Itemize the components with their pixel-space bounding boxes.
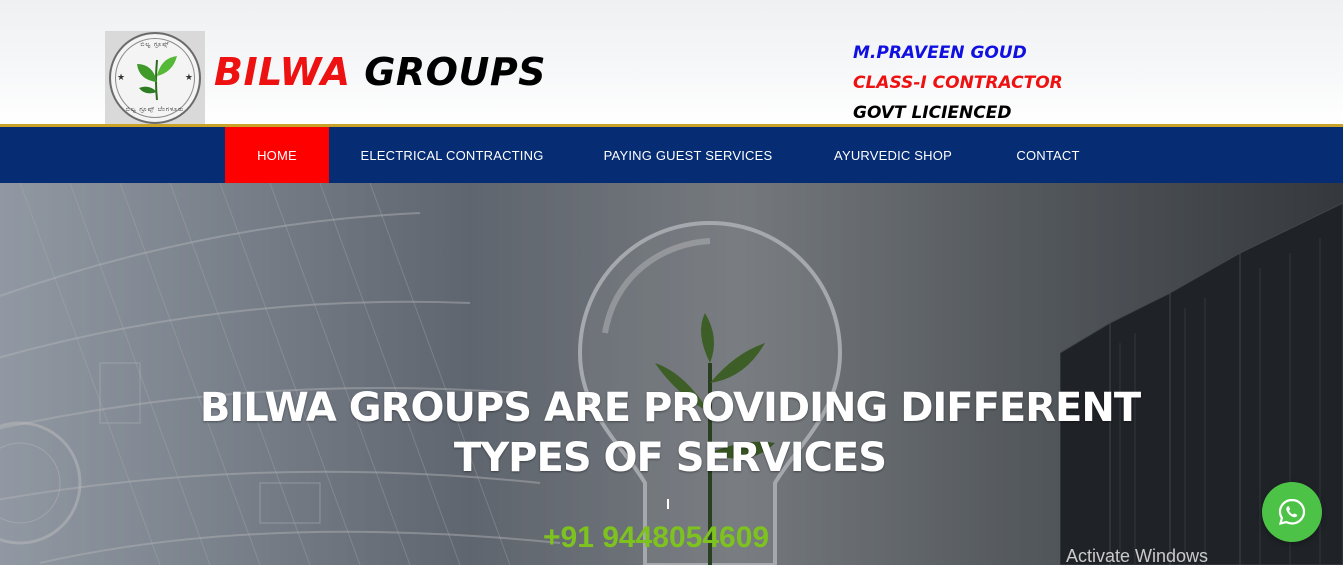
logo-arc-top: ಬಿಲ್ವ ಗ್ರೂಪ್ಸ್	[140, 41, 170, 48]
contractor-class: CLASS-I CONTRACTOR	[853, 73, 1063, 93]
logo-arc-bottom: ಬಿಲ್ವ ಗ್ರೂಪ್ಸ್ ಬೆಂಗಳೂರು	[125, 106, 185, 113]
contractor-name: M.PRAVEEN GOUD	[853, 43, 1027, 63]
nav-ayurvedic-shop[interactable]: AYURVEDIC SHOP	[820, 127, 966, 183]
contractor-info: M.PRAVEEN GOUD CLASS-I CONTRACTOR GOVT L…	[853, 38, 1063, 128]
hero-banner: BILWA GROUPS ARE PROVIDING DIFFERENT TYP…	[0, 183, 1343, 565]
nav-home[interactable]: HOME	[225, 127, 329, 183]
site-logo[interactable]: ಬಿಲ್ವ ಗ್ರೂಪ್ಸ್ ★ ★ ಬಿಲ್ವ ಗ್ರೂಪ್ಸ್ ಬೆಂಗಳೂ…	[105, 31, 205, 124]
site-header: ಬಿಲ್ವ ಗ್ರೂಪ್ಸ್ ★ ★ ಬಿಲ್ವ ಗ್ರೂಪ್ಸ್ ಬೆಂಗಳೂ…	[0, 0, 1343, 124]
whatsapp-icon	[1278, 498, 1306, 526]
leaf-icon	[137, 55, 177, 100]
brand-title[interactable]: BILWA GROUPS	[214, 50, 546, 94]
text-cursor	[667, 499, 669, 509]
hero-overlay	[0, 183, 1343, 565]
phone-link[interactable]: +91 9448054609	[543, 521, 769, 555]
hero-title: BILWA GROUPS ARE PROVIDING DIFFERENT TYP…	[199, 385, 1141, 481]
nav-contact[interactable]: CONTACT	[1003, 127, 1093, 183]
nav-paying-guest-services[interactable]: PAYING GUEST SERVICES	[592, 127, 784, 183]
whatsapp-button[interactable]	[1262, 482, 1322, 542]
star-icon: ★	[184, 71, 193, 82]
logo-seal: ಬಿಲ್ವ ಗ್ರೂಪ್ಸ್ ★ ★ ಬಿಲ್ವ ಗ್ರೂಪ್ಸ್ ಬೆಂಗಳೂ…	[109, 31, 201, 124]
main-nav: HOME ELECTRICAL CONTRACTING PAYING GUEST…	[0, 127, 1343, 183]
nav-electrical-contracting[interactable]: ELECTRICAL CONTRACTING	[347, 127, 557, 183]
brand-part-2: GROUPS	[364, 50, 547, 94]
brand-part-1: BILWA	[214, 50, 351, 94]
activate-windows-watermark: Activate Windows	[1066, 546, 1209, 565]
star-icon: ★	[117, 71, 126, 82]
